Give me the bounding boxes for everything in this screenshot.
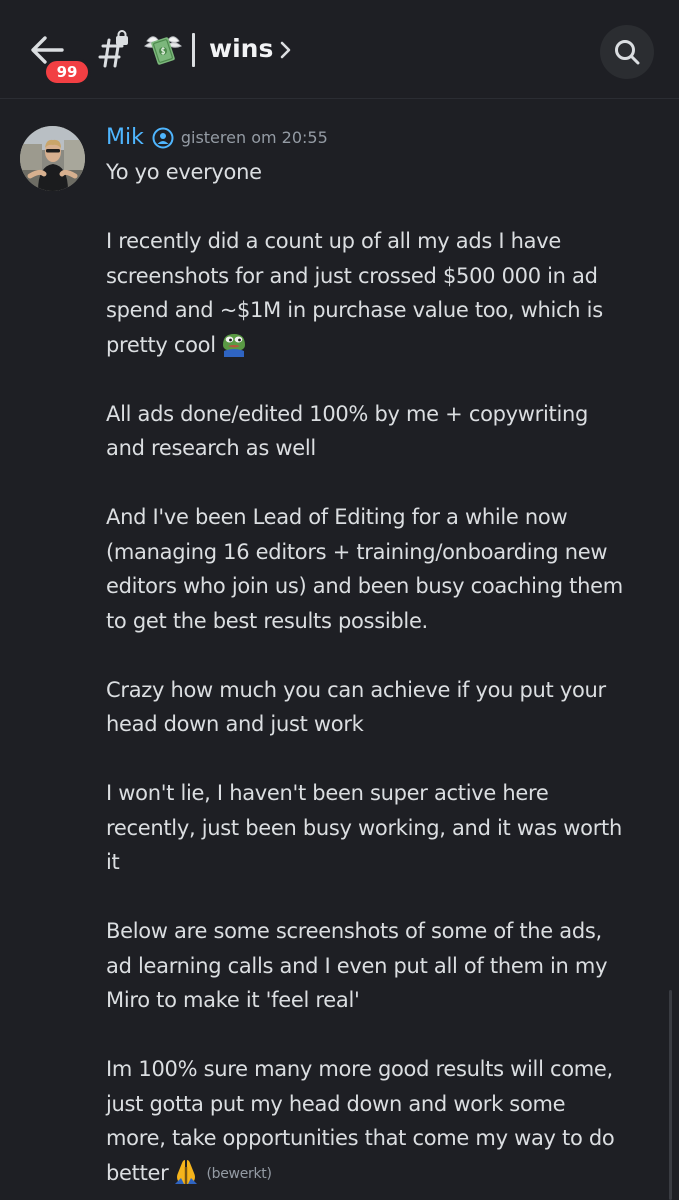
message-line: it (106, 850, 120, 874)
message-line: I won't lie, I haven't been super active… (106, 781, 549, 805)
title-separator (192, 33, 195, 67)
unread-badge: 99 (43, 58, 91, 86)
locked-channel-hash-icon (94, 30, 134, 70)
message-line: better (bewerkt) (106, 1156, 666, 1191)
message-header: Mik gisteren om 20:55 (106, 124, 328, 152)
author-name[interactable]: Mik (106, 124, 144, 152)
channel-name[interactable]: wins (209, 32, 273, 66)
message-line: Below are some screenshots of some of th… (106, 919, 602, 943)
pepe-frog-emoji-icon (222, 333, 245, 357)
message-line-text: better (106, 1160, 169, 1185)
message-line: and research as well (106, 436, 316, 460)
message-line: Crazy how much you can achieve if you pu… (106, 677, 606, 702)
message-line: screenshots for and just crossed $500 00… (106, 263, 598, 288)
message-content: Yo yo everyone I recently did a count up… (106, 155, 666, 1190)
message-line: Im 100% sure many more good results will… (106, 1057, 613, 1081)
message-line: to get the best results possible. (106, 608, 428, 633)
message-timestamp: gisteren om 20:55 (180, 128, 328, 147)
message-line: I recently did a count up of all my ads … (106, 229, 561, 253)
message-line: Yo yo everyone (106, 160, 262, 184)
folded-hands-emoji-icon (175, 1159, 198, 1184)
role-user-icon[interactable] (152, 127, 174, 149)
message-line: more, take opportunities that come my wa… (106, 1126, 615, 1150)
message-line: just gotta put my head down and work som… (106, 1091, 566, 1116)
message-line: head down and just work (106, 712, 364, 736)
message-line: ad learning calls and I even put all of … (106, 953, 608, 978)
message-line: All ads done/edited 100% by me + copywri… (106, 401, 589, 426)
edited-label: (bewerkt) (206, 1165, 272, 1182)
message-line: Miro to make it 'feel real' (106, 988, 360, 1012)
message-line-text: pretty cool (106, 332, 216, 357)
search-icon (615, 40, 640, 65)
message-line: (managing 16 editors + training/onboardi… (106, 539, 608, 564)
message-line: pretty cool (106, 328, 666, 363)
chevron-right-icon[interactable] (279, 40, 293, 60)
scrollbar[interactable] (669, 990, 672, 1200)
money-with-wings-icon (143, 31, 183, 67)
message-line: editors who join us) and been busy coach… (106, 574, 623, 598)
message-line: And I've been Lead of Editing for a whil… (106, 505, 568, 529)
search-button[interactable] (600, 25, 654, 79)
avatar[interactable] (20, 126, 85, 191)
message-line: recently, just been busy working, and it… (106, 815, 622, 840)
message-line: spend and ~$1M in purchase value too, wh… (106, 298, 603, 322)
channel-header: 99 wins (0, 0, 679, 99)
